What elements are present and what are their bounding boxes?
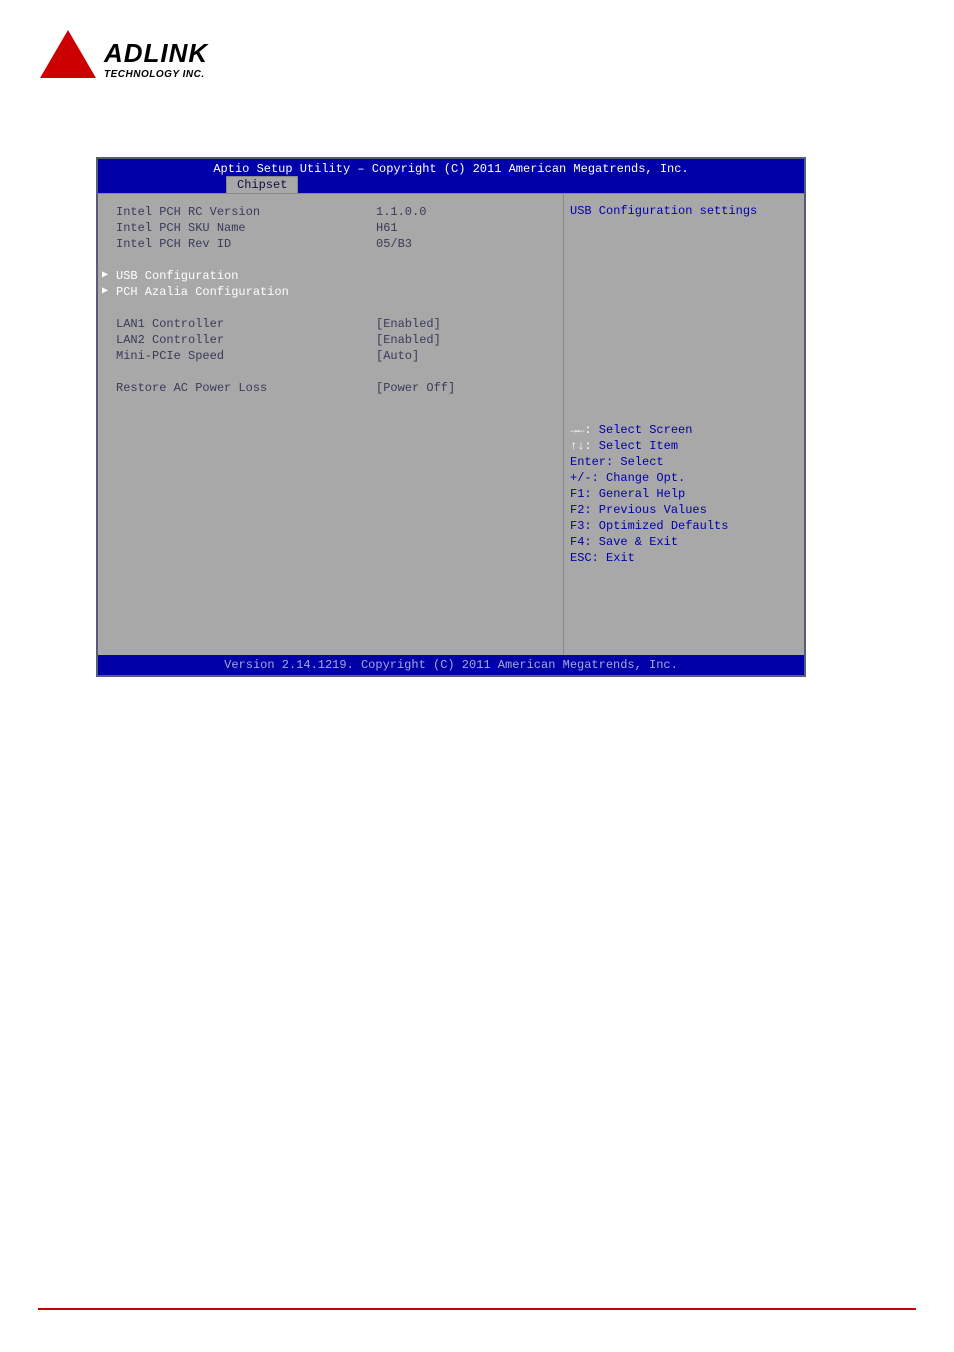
submenu-arrow-icon: ▶ — [102, 268, 116, 284]
bios-footer: Version 2.14.1219. Copyright (C) 2011 Am… — [98, 655, 804, 675]
submenu-azalia-label: PCH Azalia Configuration — [116, 284, 289, 300]
bios-right-pane: USB Configuration settings →←: Select Sc… — [564, 193, 804, 655]
submenu-usb-label: USB Configuration — [116, 268, 238, 284]
minipcie-value: [Auto] — [376, 348, 557, 364]
logo-tagline: TECHNOLOGY INC. — [104, 69, 208, 80]
brand-logo: ADLINK TECHNOLOGY INC. — [38, 30, 208, 88]
nav-f4: F4: Save & Exit — [570, 534, 798, 550]
restore-label: Restore AC Power Loss — [116, 380, 376, 396]
logo-mark — [38, 30, 98, 88]
option-row-lan1[interactable]: LAN1 Controller [Enabled] — [98, 316, 563, 332]
restore-value: [Power Off] — [376, 380, 557, 396]
nav-esc: ESC: Exit — [570, 550, 798, 566]
lan2-value: [Enabled] — [376, 332, 557, 348]
lan1-label: LAN1 Controller — [116, 316, 376, 332]
lan2-label: LAN2 Controller — [116, 332, 376, 348]
info-row-sku-name: Intel PCH SKU Name H61 — [98, 220, 563, 236]
nav-select-screen: →←: Select Screen — [570, 422, 798, 438]
nav-change-opt: +/-: Change Opt. — [570, 470, 798, 486]
sku-name-label: Intel PCH SKU Name — [116, 220, 376, 236]
bios-header: Aptio Setup Utility – Copyright (C) 2011… — [98, 159, 804, 193]
tab-chipset[interactable]: Chipset — [226, 176, 298, 193]
bios-window: Aptio Setup Utility – Copyright (C) 2011… — [96, 157, 806, 677]
rev-id-label: Intel PCH Rev ID — [116, 236, 376, 252]
spacer — [98, 252, 563, 268]
nav-f3: F3: Optimized Defaults — [570, 518, 798, 534]
spacer — [98, 300, 563, 316]
bios-left-pane: Intel PCH RC Version 1.1.0.0 Intel PCH S… — [98, 193, 564, 655]
submenu-arrow-icon: ▶ — [102, 284, 116, 300]
rev-id-value: 05/B3 — [376, 236, 557, 252]
rc-version-value: 1.1.0.0 — [376, 204, 557, 220]
bios-title: Aptio Setup Utility – Copyright (C) 2011… — [98, 161, 804, 177]
nav-key: →←: — [570, 423, 592, 437]
nav-text: Select Item — [592, 439, 678, 453]
rc-version-label: Intel PCH RC Version — [116, 204, 376, 220]
page-footer-rule — [38, 1308, 916, 1310]
item-help-text: USB Configuration settings — [570, 204, 798, 218]
info-row-rev-id: Intel PCH Rev ID 05/B3 — [98, 236, 563, 252]
logo-text: ADLINK TECHNOLOGY INC. — [104, 38, 208, 80]
lan1-value: [Enabled] — [376, 316, 557, 332]
info-row-rc-version: Intel PCH RC Version 1.1.0.0 — [98, 204, 563, 220]
logo-brand: ADLINK — [104, 38, 208, 69]
logo-triangle-icon — [40, 30, 96, 78]
nav-select-item: ↑↓: Select Item — [570, 438, 798, 454]
nav-f1: F1: General Help — [570, 486, 798, 502]
nav-f2: F2: Previous Values — [570, 502, 798, 518]
nav-help-block: →←: Select Screen ↑↓: Select Item Enter:… — [570, 422, 798, 566]
sku-name-value: H61 — [376, 220, 557, 236]
nav-key: ↑↓: — [570, 439, 592, 453]
option-row-restore-ac[interactable]: Restore AC Power Loss [Power Off] — [98, 380, 563, 396]
nav-text: Select Screen — [592, 423, 693, 437]
minipcie-label: Mini-PCIe Speed — [116, 348, 376, 364]
nav-enter: Enter: Select — [570, 454, 798, 470]
option-row-minipcie[interactable]: Mini-PCIe Speed [Auto] — [98, 348, 563, 364]
spacer — [98, 364, 563, 380]
option-row-lan2[interactable]: LAN2 Controller [Enabled] — [98, 332, 563, 348]
submenu-pch-azalia[interactable]: ▶ PCH Azalia Configuration — [98, 284, 563, 300]
bios-body: Intel PCH RC Version 1.1.0.0 Intel PCH S… — [98, 193, 804, 655]
submenu-usb-configuration[interactable]: ▶ USB Configuration — [98, 268, 563, 284]
